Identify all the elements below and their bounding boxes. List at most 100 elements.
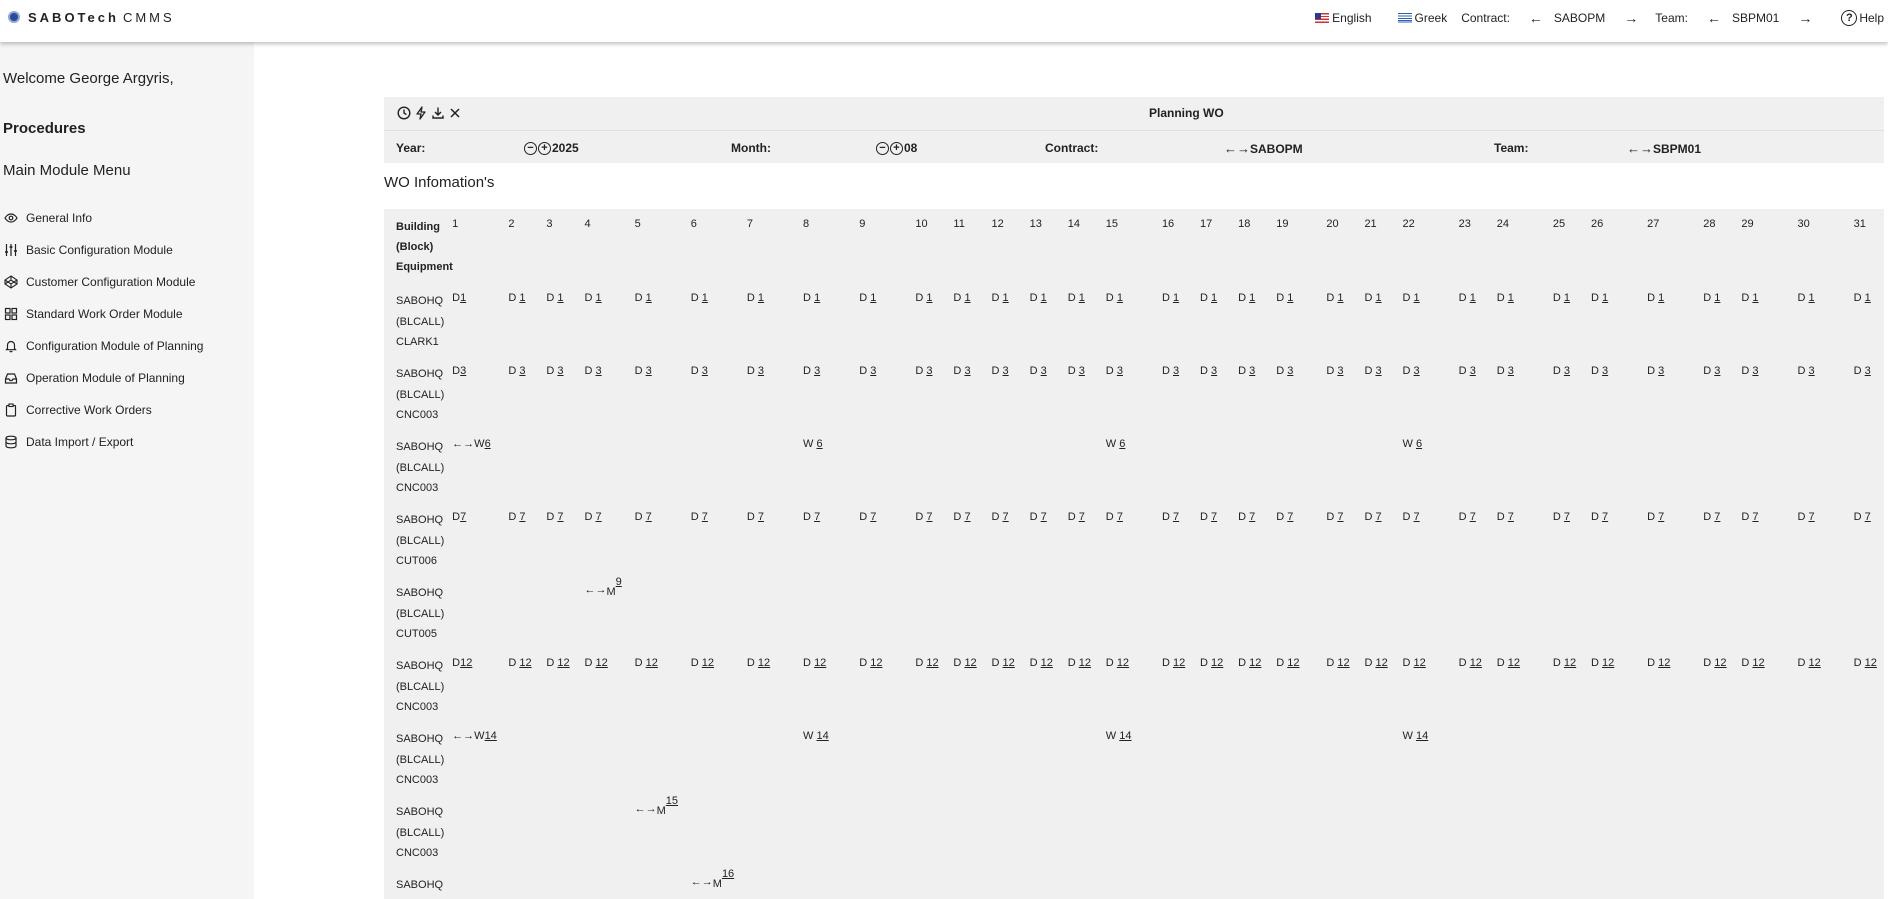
- work-order-number-link[interactable]: 7: [1041, 511, 1047, 523]
- work-order-number-link[interactable]: 12: [557, 657, 569, 669]
- work-order-entry[interactable]: D 7: [747, 511, 764, 523]
- work-order-number-link[interactable]: 12: [519, 657, 531, 669]
- work-order-entry[interactable]: D 3: [1403, 365, 1420, 377]
- work-order-number-link[interactable]: 12: [1287, 657, 1299, 669]
- work-order-entry[interactable]: D 3: [1238, 365, 1255, 377]
- work-order-number-link[interactable]: 6: [817, 438, 823, 450]
- work-order-number-link[interactable]: 1: [1173, 292, 1179, 304]
- work-order-entry[interactable]: ←→M16: [691, 868, 734, 890]
- work-order-entry[interactable]: D 12: [1200, 657, 1223, 669]
- work-order-entry[interactable]: D1: [452, 292, 466, 304]
- work-order-number-link[interactable]: 1: [1249, 292, 1255, 304]
- work-order-entry[interactable]: D 1: [953, 292, 970, 304]
- work-order-entry[interactable]: D 12: [953, 657, 976, 669]
- work-order-entry[interactable]: D 1: [915, 292, 932, 304]
- work-order-entry[interactable]: D 1: [546, 292, 563, 304]
- team-filter-arrows-icon[interactable]: ←→: [1627, 141, 1653, 156]
- work-order-number-link[interactable]: 3: [557, 365, 563, 377]
- work-order-number-link[interactable]: 7: [1564, 511, 1570, 523]
- work-order-entry[interactable]: D 3: [992, 365, 1009, 377]
- work-order-entry[interactable]: D 12: [1497, 657, 1520, 669]
- work-order-entry[interactable]: D7: [452, 511, 466, 523]
- menu-item-corrective-work-orders[interactable]: Corrective Work Orders: [4, 394, 203, 426]
- work-order-number-link[interactable]: 3: [1337, 365, 1343, 377]
- work-order-number-link[interactable]: 1: [1865, 292, 1871, 304]
- work-order-number-link[interactable]: 12: [1041, 657, 1053, 669]
- work-order-entry[interactable]: W 6: [1106, 438, 1126, 450]
- work-order-number-link[interactable]: 12: [964, 657, 976, 669]
- work-order-number-link[interactable]: 1: [1211, 292, 1217, 304]
- work-order-entry[interactable]: D 7: [1459, 511, 1476, 523]
- work-order-number-link[interactable]: 3: [758, 365, 764, 377]
- work-order-number-link[interactable]: 12: [1173, 657, 1185, 669]
- work-order-entry[interactable]: D 7: [992, 511, 1009, 523]
- work-order-number-link[interactable]: 7: [596, 511, 602, 523]
- work-order-number-link[interactable]: 1: [1414, 292, 1420, 304]
- work-order-number-link[interactable]: 1: [1714, 292, 1720, 304]
- work-order-entry[interactable]: W 6: [1403, 438, 1423, 450]
- work-order-number-link[interactable]: 3: [1117, 365, 1123, 377]
- work-order-entry[interactable]: D 12: [635, 657, 658, 669]
- work-order-entry[interactable]: D 7: [1403, 511, 1420, 523]
- work-order-number-link[interactable]: 12: [1003, 657, 1015, 669]
- work-order-entry[interactable]: D 7: [1162, 511, 1179, 523]
- work-order-number-link[interactable]: 7: [964, 511, 970, 523]
- work-order-entry[interactable]: D 7: [1553, 511, 1570, 523]
- work-order-number-link[interactable]: 1: [870, 292, 876, 304]
- work-order-entry[interactable]: D 7: [585, 511, 602, 523]
- work-order-entry[interactable]: D 12: [691, 657, 714, 669]
- work-order-number-link[interactable]: 7: [1117, 511, 1123, 523]
- work-order-entry[interactable]: D 3: [803, 365, 820, 377]
- work-order-number-link[interactable]: 3: [1752, 365, 1758, 377]
- work-order-number-link[interactable]: 1: [1470, 292, 1476, 304]
- language-greek[interactable]: Greek: [1397, 11, 1447, 25]
- work-order-number-link[interactable]: 12: [1714, 657, 1726, 669]
- work-order-entry[interactable]: D 1: [1106, 292, 1123, 304]
- work-order-number-link[interactable]: 3: [519, 365, 525, 377]
- work-order-number-link[interactable]: 1: [646, 292, 652, 304]
- work-order-entry[interactable]: ←→W6: [452, 438, 491, 450]
- work-order-entry[interactable]: D 12: [546, 657, 569, 669]
- work-order-number-link[interactable]: 1: [1752, 292, 1758, 304]
- work-order-entry[interactable]: D 12: [1553, 657, 1576, 669]
- work-order-entry[interactable]: D 7: [1854, 511, 1871, 523]
- work-order-entry[interactable]: D 1: [859, 292, 876, 304]
- work-order-number-link[interactable]: 12: [1508, 657, 1520, 669]
- work-order-number-link[interactable]: 1: [1602, 292, 1608, 304]
- work-order-entry[interactable]: D 3: [1798, 365, 1815, 377]
- work-order-entry[interactable]: ←→M9: [585, 576, 622, 598]
- work-order-entry[interactable]: D 1: [1030, 292, 1047, 304]
- work-order-number-link[interactable]: 7: [870, 511, 876, 523]
- work-order-number-link[interactable]: 7: [758, 511, 764, 523]
- work-order-number-link[interactable]: 7: [1508, 511, 1514, 523]
- work-order-entry[interactable]: D 1: [803, 292, 820, 304]
- work-order-entry[interactable]: D 7: [1497, 511, 1514, 523]
- work-order-entry[interactable]: D 1: [1403, 292, 1420, 304]
- work-order-entry[interactable]: D 1: [585, 292, 602, 304]
- help-button[interactable]: ? Help: [1841, 10, 1884, 26]
- work-order-entry[interactable]: D 1: [1238, 292, 1255, 304]
- work-order-entry[interactable]: D 7: [953, 511, 970, 523]
- work-order-number-link[interactable]: 3: [1809, 365, 1815, 377]
- team-next-arrow-icon[interactable]: →: [1795, 10, 1815, 26]
- work-order-number-link[interactable]: 12: [1564, 657, 1576, 669]
- work-order-number-link[interactable]: 12: [646, 657, 658, 669]
- work-order-number-link[interactable]: 1: [814, 292, 820, 304]
- work-order-number-link[interactable]: 12: [1809, 657, 1821, 669]
- work-order-number-link[interactable]: 7: [1752, 511, 1758, 523]
- work-order-entry[interactable]: D 1: [1854, 292, 1871, 304]
- work-order-entry[interactable]: D 7: [1030, 511, 1047, 523]
- work-order-number-link[interactable]: 12: [870, 657, 882, 669]
- work-order-number-link[interactable]: 3: [926, 365, 932, 377]
- work-order-number-link[interactable]: 1: [1809, 292, 1815, 304]
- work-order-entry[interactable]: D 1: [1364, 292, 1381, 304]
- menu-item-customer-configuration-module[interactable]: Customer Configuration Module: [4, 266, 203, 298]
- work-order-number-link[interactable]: 7: [1658, 511, 1664, 523]
- work-order-entry[interactable]: D 1: [691, 292, 708, 304]
- work-order-number-link[interactable]: 14: [817, 730, 829, 742]
- work-order-number-link[interactable]: 6: [1119, 438, 1125, 450]
- work-order-entry[interactable]: D 12: [508, 657, 531, 669]
- work-order-number-link[interactable]: 1: [557, 292, 563, 304]
- work-order-entry[interactable]: D 7: [546, 511, 563, 523]
- work-order-entry[interactable]: D 12: [1798, 657, 1821, 669]
